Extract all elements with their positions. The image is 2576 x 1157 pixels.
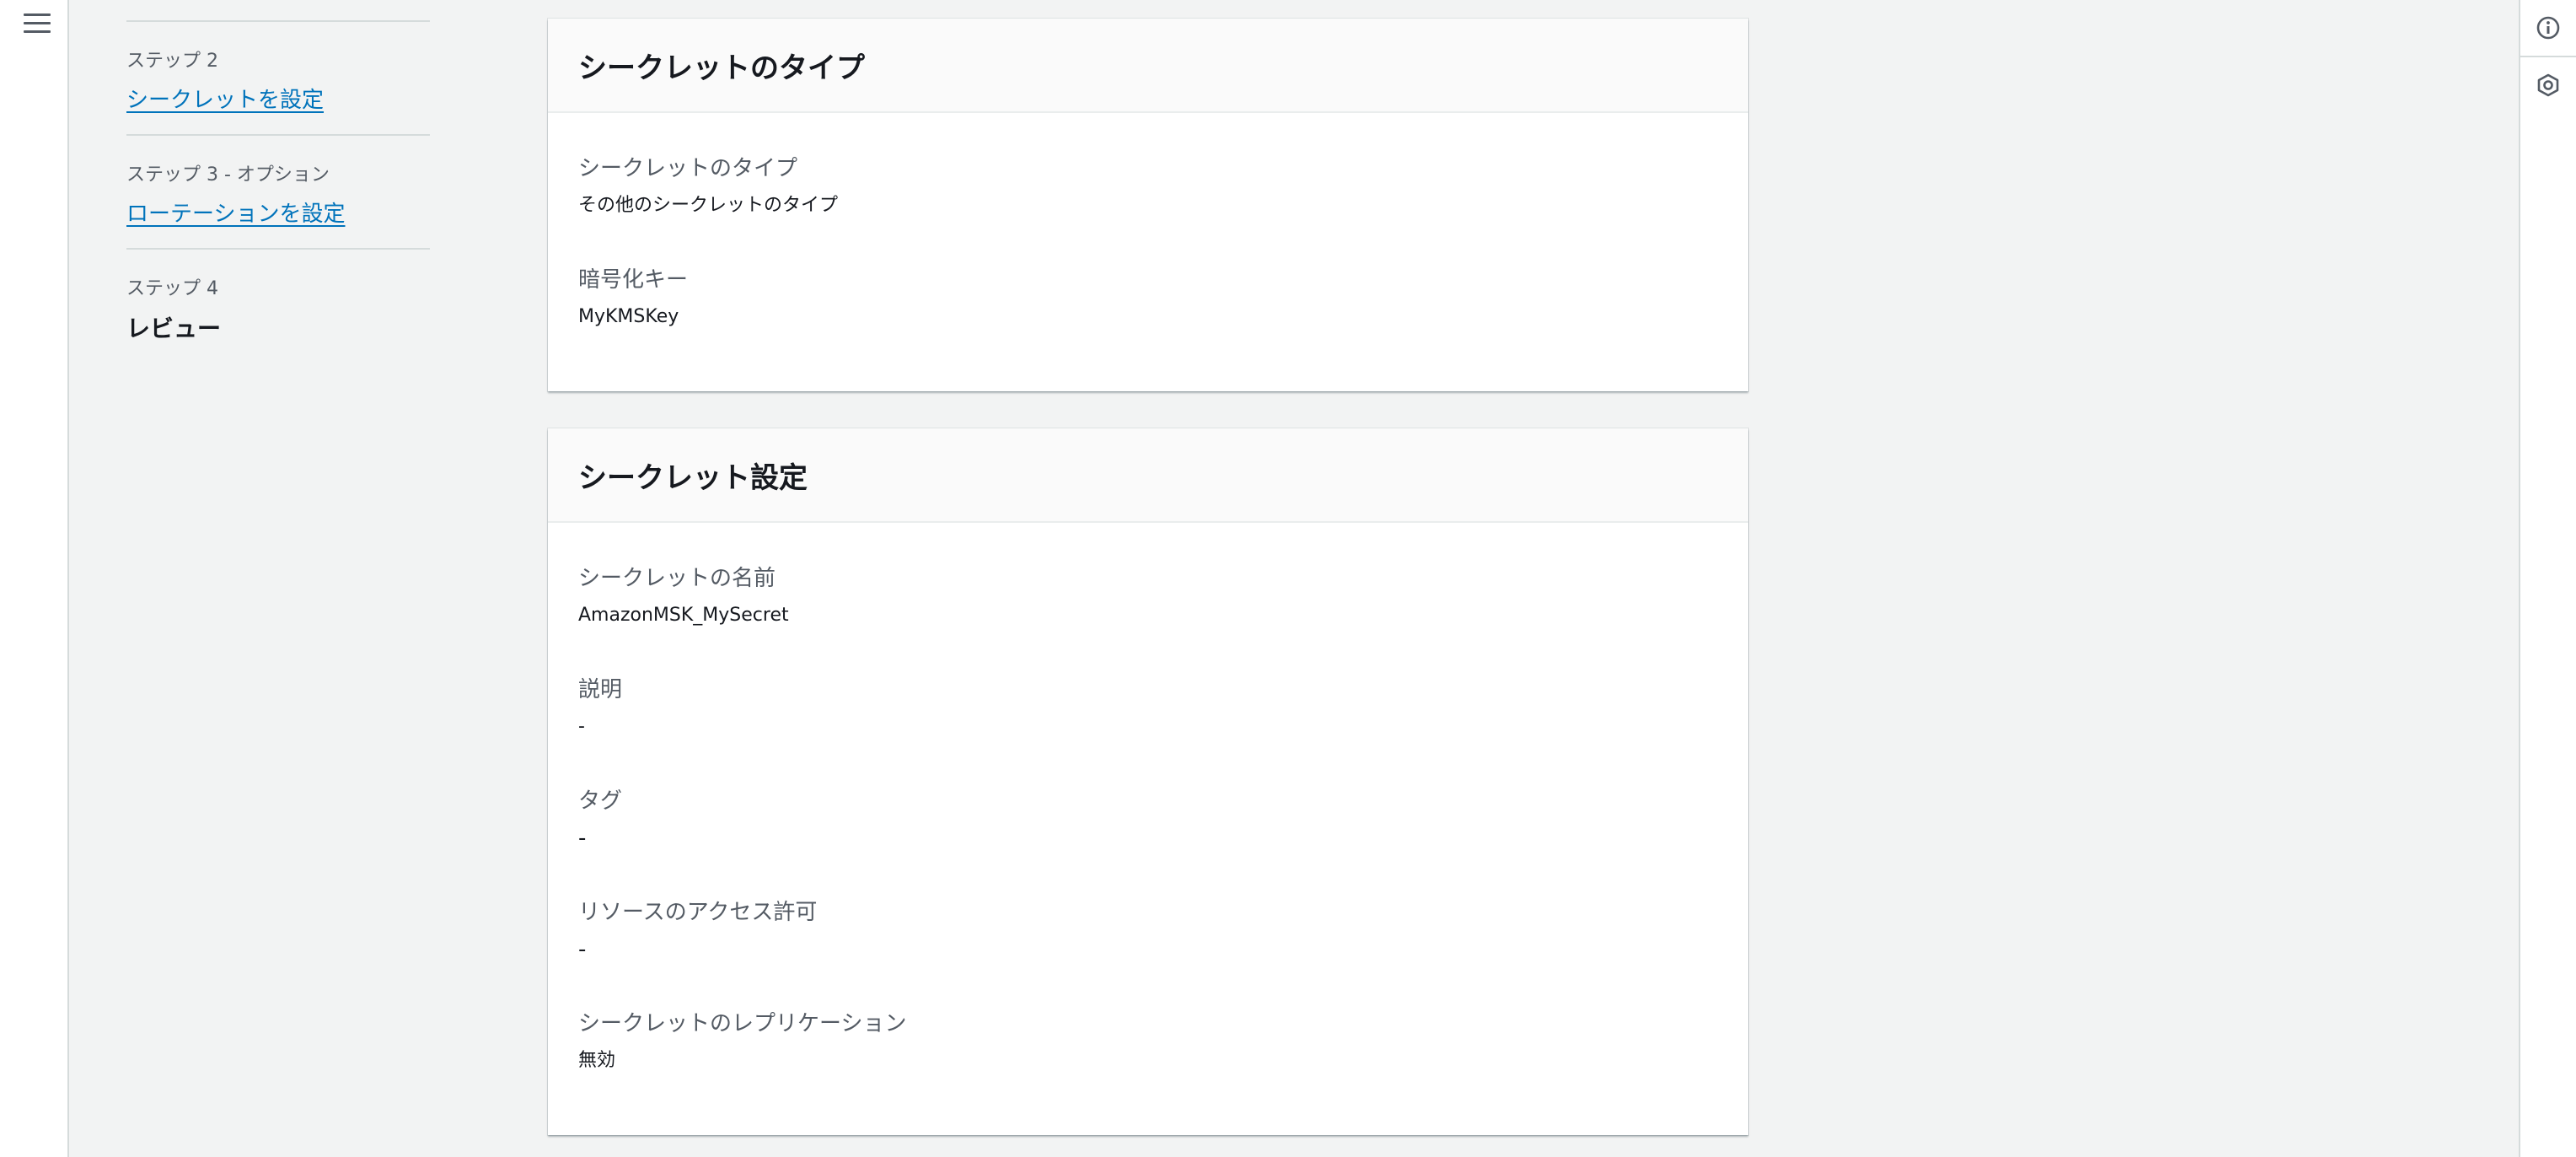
field-secret-type: シークレットのタイプ その他のシークレットのタイプ [578, 153, 1718, 231]
wizard-step-3: ステップ 3 - オプション ローテーションを設定 [126, 136, 430, 250]
help-hexagon-icon[interactable] [2520, 57, 2576, 113]
wizard-steps-nav: ステップ 2 シークレットを設定 ステップ 3 - オプション ローテーションを… [126, 0, 430, 364]
navigation-rail [0, 0, 69, 1157]
field-secret-replication: シークレットのレプリケーション 無効 [578, 1009, 1718, 1086]
field-resource-permissions: リソースのアクセス許可 - [578, 897, 1718, 975]
field-tags: タグ - [578, 786, 1718, 864]
card-header: シークレットのタイプ [548, 19, 1748, 113]
wizard-step-2: ステップ 2 シークレットを設定 [126, 22, 430, 136]
field-key: シークレットの名前 [578, 566, 776, 591]
card-body: シークレットの名前 AmazonMSK_MySecret 説明 - タグ - リ… [548, 523, 1748, 1086]
field-value: - [578, 826, 587, 851]
field-value: AmazonMSK_MySecret [578, 605, 789, 626]
step-label: ステップ 3 - オプション [126, 164, 330, 186]
secret-type-card: シークレットのタイプ シークレットのタイプ その他のシークレットのタイプ 暗号化… [548, 19, 1748, 391]
step-link-configure-secret[interactable]: シークレットを設定 [126, 88, 324, 113]
card-title: シークレット設定 [578, 460, 808, 495]
field-description: 説明 - [578, 675, 1718, 752]
hamburger-menu-icon[interactable] [24, 13, 51, 37]
wizard-step-4: ステップ 4 レビュー [126, 250, 430, 364]
field-value: その他のシークレットのタイプ [578, 195, 839, 216]
card-header: シークレット設定 [548, 428, 1748, 523]
step-label: ステップ 2 [126, 51, 218, 72]
field-encryption-key: 暗号化キー MyKMSKey [578, 265, 1718, 342]
card-title: シークレットのタイプ [578, 51, 865, 85]
field-value: - [578, 937, 587, 962]
field-key: タグ [578, 788, 623, 814]
card-body: シークレットのタイプ その他のシークレットのタイプ 暗号化キー MyKMSKey [548, 113, 1748, 342]
field-value: - [578, 716, 585, 737]
field-key: 暗号化キー [578, 267, 689, 293]
field-key: リソースのアクセス許可 [578, 900, 818, 925]
step-current-review: レビュー [126, 315, 222, 342]
field-secret-name: シークレットの名前 AmazonMSK_MySecret [578, 563, 1718, 641]
field-key: シークレットのタイプ [578, 156, 798, 181]
step-label: ステップ 4 [126, 278, 218, 299]
tools-rail [2519, 0, 2576, 1157]
field-value: MyKMSKey [578, 306, 679, 327]
step-link-configure-rotation[interactable]: ローテーションを設定 [126, 202, 345, 227]
secret-settings-card: シークレット設定 シークレットの名前 AmazonMSK_MySecret 説明… [548, 428, 1748, 1135]
field-key: シークレットのレプリケーション [578, 1011, 907, 1036]
field-value: 無効 [578, 1050, 616, 1071]
field-key: 説明 [578, 677, 623, 702]
info-icon[interactable] [2520, 0, 2576, 57]
